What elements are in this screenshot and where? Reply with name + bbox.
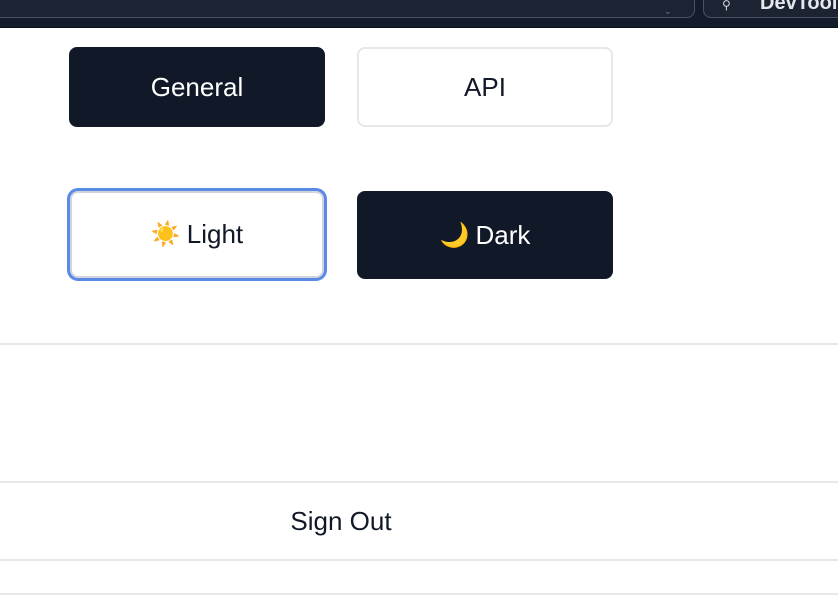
devtools-button-label: DevTools: [760, 0, 838, 14]
section-divider: [0, 559, 838, 561]
tab-general[interactable]: General: [69, 47, 325, 127]
theme-dark-label: Dark: [475, 219, 531, 250]
theme-light-label: Light: [186, 219, 244, 249]
theme-light-button[interactable]: ☀️ Light: [70, 191, 324, 278]
devtools-button[interactable]: ⚲ DevTools: [703, 0, 838, 18]
tab-general-label: General: [150, 71, 244, 102]
sign-out-button[interactable]: Sign Out: [0, 483, 682, 559]
search-select[interactable]: ⌄: [0, 0, 695, 18]
theme-dark-button[interactable]: 🌙 Dark: [357, 191, 613, 279]
section-divider: [0, 593, 838, 595]
tab-api[interactable]: API: [357, 47, 613, 127]
section-divider: [0, 343, 838, 345]
top-bar: ⌄ ⚲ DevTools: [0, 0, 838, 28]
sun-icon: ☀️: [150, 221, 181, 248]
wrench-icon: ⚲: [722, 0, 731, 12]
moon-icon: 🌙: [439, 221, 470, 249]
tab-api-label: API: [464, 71, 506, 102]
sign-out-label: Sign Out: [290, 505, 392, 536]
chevron-down-icon: ⌄: [664, 6, 672, 16]
